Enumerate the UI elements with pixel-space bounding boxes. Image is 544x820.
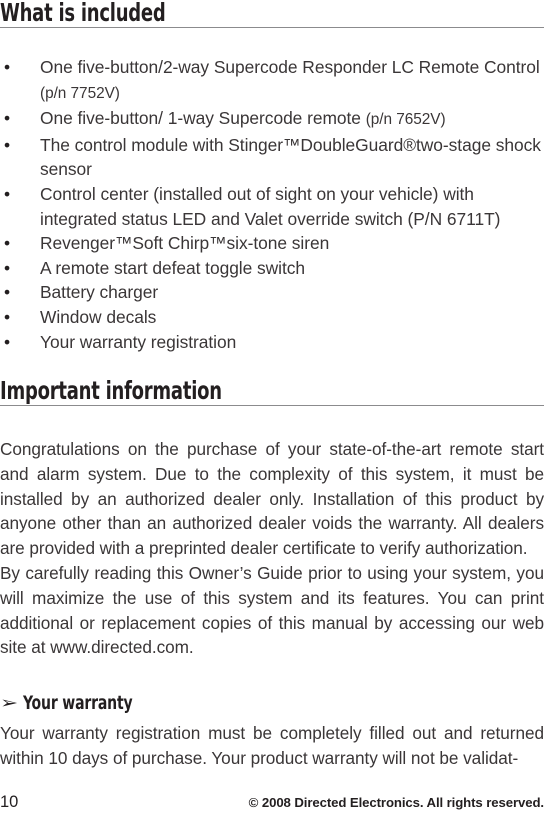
page-footer: 10 © 2008 Directed Electronics. All righ… — [0, 793, 544, 812]
list-item: • A remote start defeat toggle switch — [0, 256, 544, 281]
your-warranty-paragraph: Your warranty registration must be compl… — [0, 723, 544, 768]
list-item-label: Window decals — [40, 306, 157, 327]
list-item-label: One five-button/ 1-way Supercode remote — [40, 108, 366, 129]
subsection-heading-text: Your warranty — [22, 692, 133, 714]
arrow-right-icon: ➢ — [0, 694, 19, 713]
list-item: • Window decals — [0, 305, 544, 330]
list-item-label: Your warranty registration — [40, 331, 237, 352]
page-number: 10 — [0, 793, 19, 811]
list-item-part-number: (p/n 7752V) — [40, 84, 120, 102]
section-heading-important-information: Important information — [0, 378, 544, 406]
list-item: • One five-button/2-way Supercode Respon… — [0, 55, 544, 106]
section-heading-what-is-included: What is included — [0, 0, 544, 28]
list-item: • Your warranty registration — [0, 330, 544, 355]
list-item: • One five-button/ 1-way Supercode remot… — [0, 106, 544, 133]
list-item-label: Control center (installed out of sight o… — [40, 183, 501, 229]
bullet-icon: • — [4, 134, 11, 155]
list-item: • Control center (installed out of sight… — [0, 182, 544, 231]
list-item-part-number: (p/n 7652V) — [365, 111, 446, 129]
bullet-icon: • — [4, 282, 11, 303]
bullet-icon: • — [4, 57, 11, 77]
bullet-icon: • — [4, 306, 11, 327]
bullet-icon: • — [4, 331, 11, 352]
bullet-icon: • — [4, 257, 11, 278]
section-heading-text: What is included — [0, 0, 166, 27]
important-information-paragraph-2: By carefully reading this Owner’s Guide … — [0, 563, 544, 658]
copyright-notice: © 2008 Directed Electronics. All rights … — [248, 795, 544, 810]
list-item-label: One five-button/2-way Supercode Responde… — [40, 57, 540, 77]
list-item-label: Battery charger — [40, 282, 159, 303]
list-item: • Revenger™Soft Chirp™six-tone siren — [0, 231, 544, 256]
manual-page: What is included • One five-button/2-way… — [0, 0, 544, 820]
bullet-icon: • — [4, 233, 11, 254]
list-item-label: A remote start defeat toggle switch — [40, 257, 306, 278]
list-item: • The control module with Stinger™Double… — [0, 133, 544, 182]
list-item-label: The control module with Stinger™DoubleGu… — [40, 134, 541, 180]
important-information-paragraph-1: Congratulations on the purchase of your … — [0, 439, 544, 559]
bullet-icon: • — [4, 183, 11, 204]
section-heading-text: Important information — [0, 376, 222, 405]
bullet-icon: • — [4, 108, 11, 129]
list-item: • Battery charger — [0, 280, 544, 305]
subsection-heading-your-warranty: ➢ Your warranty — [0, 694, 544, 713]
included-items-list: • One five-button/2-way Supercode Respon… — [0, 55, 544, 354]
list-item-label: Revenger™Soft Chirp™six-tone siren — [40, 233, 330, 254]
